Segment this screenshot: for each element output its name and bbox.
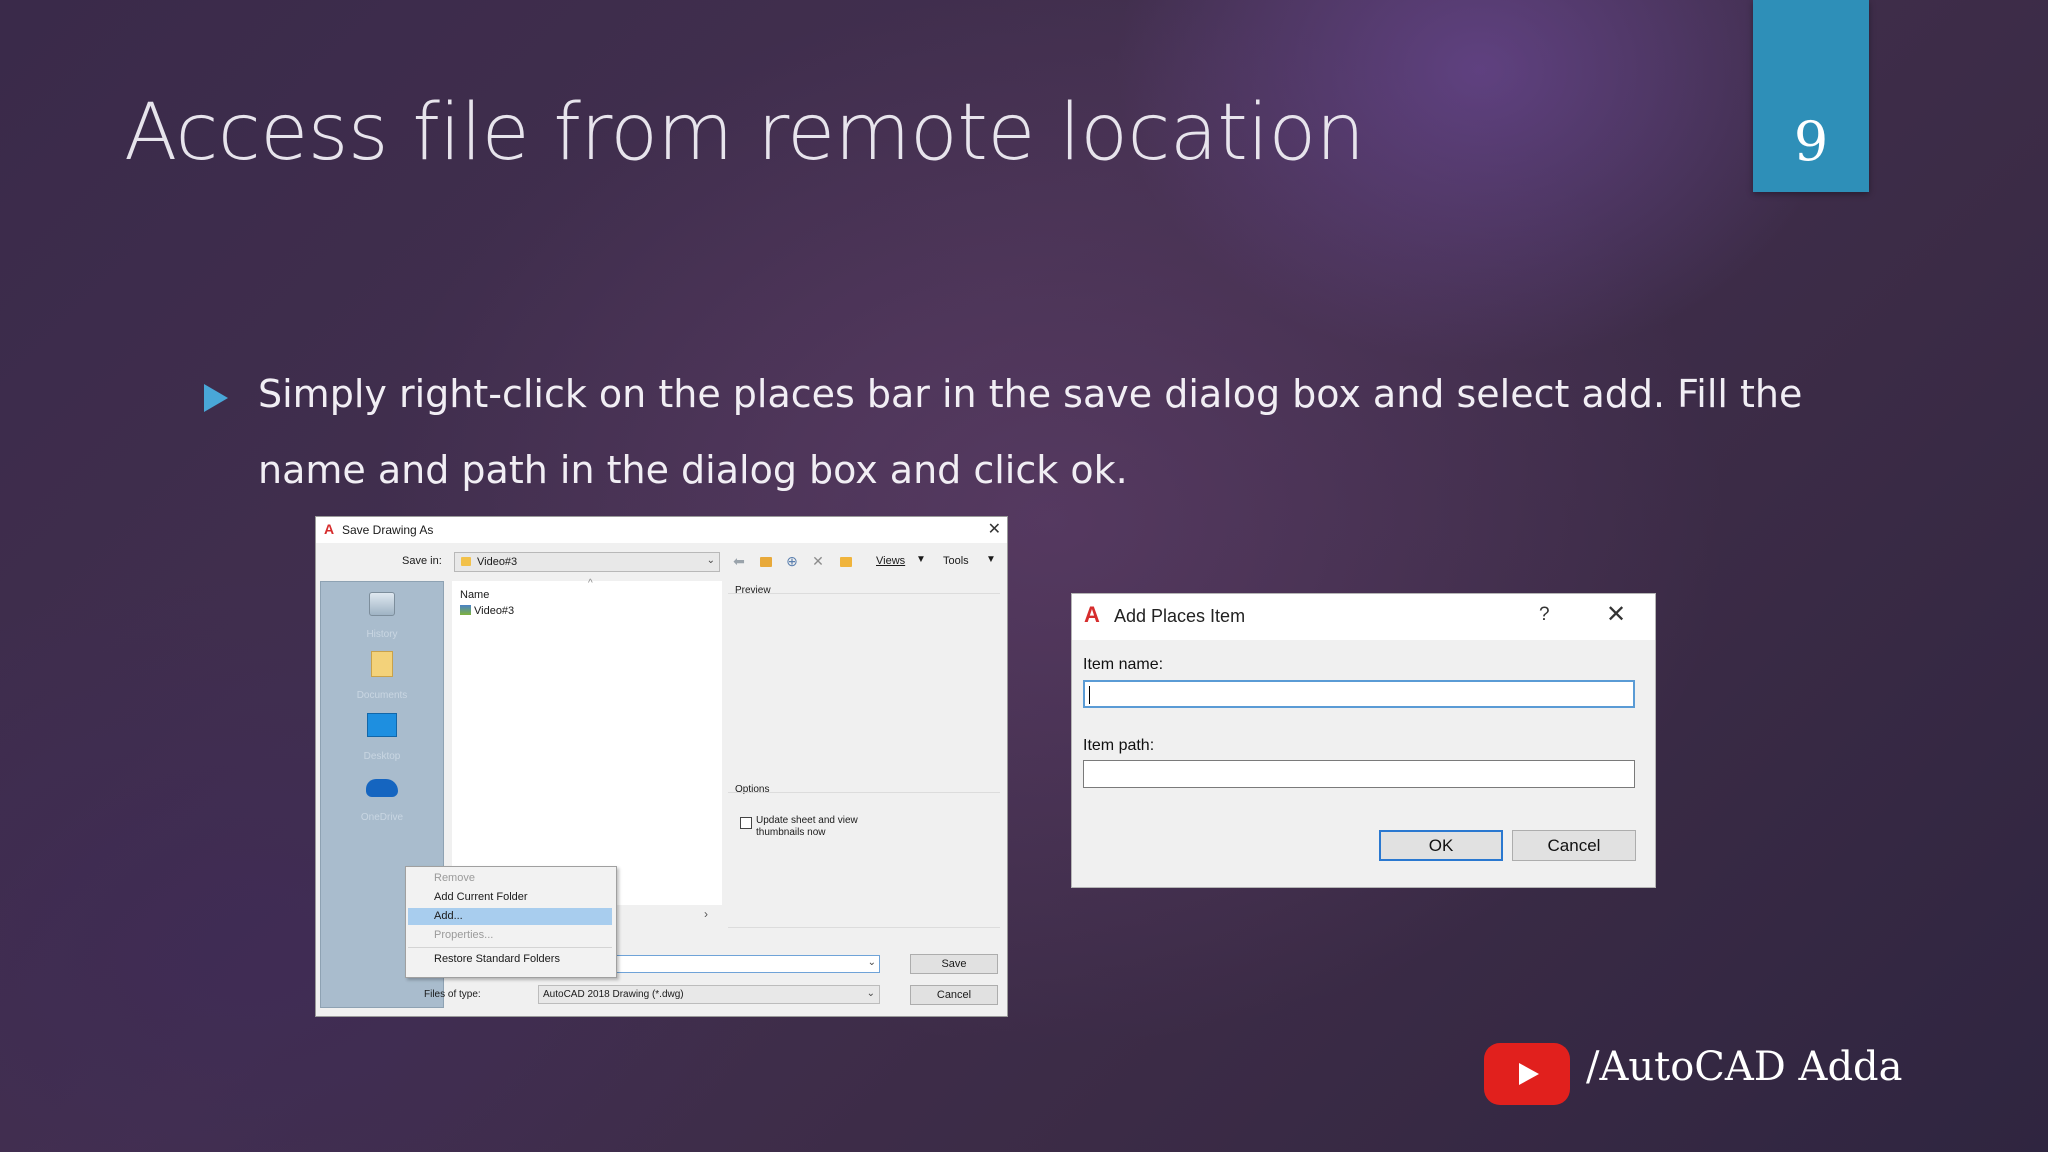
update-thumbnails-label: Update sheet and view thumbnails now [756,815,858,838]
folder-icon [461,557,471,566]
item-name-label: Item name: [1083,656,1164,673]
add-places-item-dialog: A Add Places Item ? ✕ Item name: Item pa… [1071,593,1656,888]
tools-dropdown-arrow-icon[interactable]: ▼ [983,552,999,568]
column-header-name[interactable]: Name [460,589,489,601]
places-label-documents: Documents [356,690,408,701]
delete-icon[interactable]: ✕ [810,553,826,569]
files-of-type-dropdown[interactable]: AutoCAD 2018 Drawing (*.dwg) ⌄ [538,985,880,1004]
video-file-icon [460,605,471,615]
close-icon[interactable]: ✕ [1606,600,1626,629]
text-caret [1089,686,1090,704]
autocad-logo-icon: A [324,521,335,537]
scroll-right-arrow-icon[interactable]: › [704,907,708,921]
slide-number-badge: 9 [1753,0,1869,192]
history-icon [369,592,395,616]
bullet-text-line-1: Simply right-click on the places bar in … [258,372,1803,416]
desktop-icon [367,713,397,737]
search-web-icon[interactable]: ⊕ [784,553,800,569]
onedrive-cloud-icon [366,779,398,797]
chevron-down-icon: ⌄ [866,988,875,999]
dialog-title: Save Drawing As [342,523,434,537]
save-button[interactable]: Save [910,954,998,974]
menu-item-remove[interactable]: Remove [408,870,612,887]
places-context-menu: Remove Add Current Folder Add... Propert… [405,866,617,978]
file-name-input[interactable]: ⌄ [612,955,880,973]
preview-pane [728,593,1000,780]
slide-title: Access file from remote location [124,88,1365,178]
places-label-history: History [366,629,398,640]
views-dropdown-arrow-icon[interactable]: ▼ [913,552,929,568]
documents-icon [371,651,393,677]
files-of-type-label: Files of type: [424,989,481,1000]
save-in-label: Save in: [402,555,442,567]
places-item-onedrive[interactable] [321,771,443,811]
views-menu-button[interactable]: Views [876,555,905,567]
close-icon[interactable]: ✕ [988,519,1001,539]
list-item-label: Video#3 [474,605,515,617]
places-label-onedrive: OneDrive [360,812,404,823]
autocad-logo-icon: A [1084,602,1100,627]
dialog-titlebar: A Add Places Item ? ✕ [1072,594,1655,640]
save-drawing-as-dialog: A Save Drawing As ✕ Save in: Video#3 ⌄ ⬅… [315,516,1008,1017]
item-name-input[interactable] [1083,680,1635,708]
list-item[interactable]: Video#3 [460,605,514,617]
item-path-input[interactable] [1083,760,1635,788]
places-label-desktop: Desktop [363,751,401,762]
back-arrow-icon[interactable]: ⬅ [731,553,747,569]
menu-item-restore-standard-folders[interactable]: Restore Standard Folders [408,951,612,968]
menu-item-add-current-folder[interactable]: Add Current Folder [408,889,612,906]
bullet-triangle-icon [204,384,228,412]
item-path-label: Item path: [1083,737,1155,754]
files-of-type-value: AutoCAD 2018 Drawing (*.dwg) [543,989,684,1000]
dialog-title: Add Places Item [1114,606,1246,626]
slide-number: 9 [1793,110,1829,173]
update-thumbnails-checkbox[interactable] [740,817,752,829]
cancel-button[interactable]: Cancel [910,985,998,1005]
help-icon[interactable]: ? [1539,604,1550,626]
sort-caret-icon: ^ [588,578,593,589]
save-in-dropdown[interactable]: Video#3 ⌄ [454,552,720,572]
folder-up-icon[interactable] [757,553,773,569]
menu-item-properties[interactable]: Properties... [408,927,612,944]
channel-handle: /AutoCAD Adda [1586,1044,1903,1090]
chevron-down-icon: ⌄ [706,555,715,566]
places-item-history[interactable] [321,590,443,630]
file-list[interactable]: ^ Name Video#3 [452,578,722,905]
menu-separator [408,947,612,948]
options-group [728,792,1000,928]
youtube-logo-icon [1484,1043,1570,1105]
play-icon [1519,1063,1539,1085]
places-item-desktop[interactable] [321,710,443,750]
tools-menu-button[interactable]: Tools [943,555,969,567]
save-in-value: Video#3 [477,556,518,568]
ok-button[interactable]: OK [1379,830,1503,861]
menu-item-add[interactable]: Add... [408,908,612,925]
dialog-titlebar: A Save Drawing As ✕ [316,517,1007,543]
cancel-button[interactable]: Cancel [1512,830,1636,861]
places-item-documents[interactable] [321,650,443,690]
new-folder-icon[interactable] [837,553,853,569]
chevron-down-icon[interactable]: ⌄ [868,957,876,968]
bullet-text-line-2: name and path in the dialog box and clic… [258,448,1128,492]
